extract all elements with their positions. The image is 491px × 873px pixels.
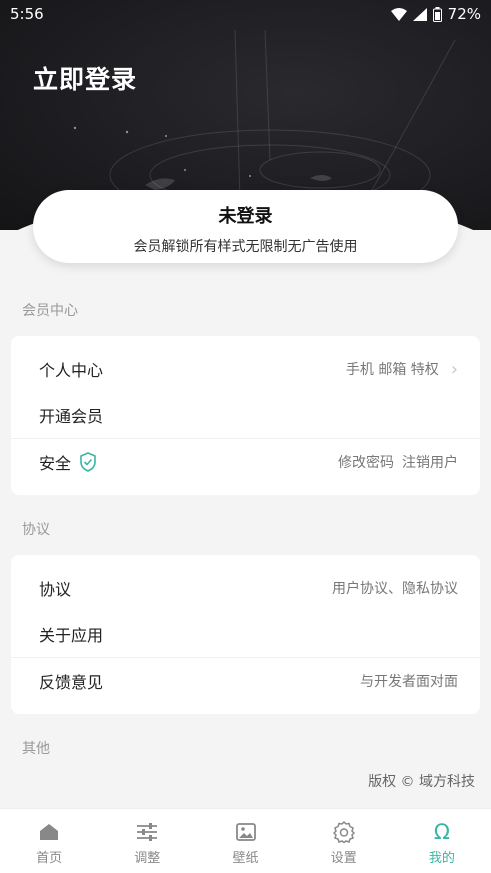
login-now-title[interactable]: 立即登录 [33,60,137,96]
login-status: 未登录 [218,206,273,227]
section-label-agreement: 协议 [22,522,50,538]
row-label: 安全 [39,453,72,473]
shield-check-icon [79,451,97,472]
row-label: 个人中心 [39,361,104,380]
row-label: 协议 [39,580,72,599]
row-personal-center[interactable]: 个人中心 手机 邮箱 特权 › [11,346,480,392]
wifi-icon [390,7,407,21]
sliders-icon [136,821,158,843]
tab-label: 首页 [36,851,63,866]
chevron-right-icon: › [450,358,458,380]
tab-label: 调整 [134,851,161,866]
row-label: 开通会员 [39,407,104,426]
section-label-other: 其他 [22,741,50,757]
row-agreement[interactable]: 协议 用户协议、隐私协议 [11,565,480,611]
row-label: 反馈意见 [39,672,104,692]
member-card: 个人中心 手机 邮箱 特权 › 开通会员 安全 修改密码 注销用户 [11,336,480,495]
tab-mine[interactable]: Ω 我的 [393,809,491,873]
status-time: 5:56 [10,5,44,23]
tab-label: 我的 [428,851,455,866]
row-open-vip[interactable]: 开通会员 [11,392,480,438]
battery-level: 72% [447,5,481,23]
battery-icon [432,6,442,22]
tab-adjust[interactable]: 调整 [98,809,196,873]
agreement-card: 协议 用户协议、隐私协议 关于应用 反馈意见 与开发者面对面 [11,555,480,714]
tab-label: 设置 [330,851,357,866]
login-card[interactable]: 未登录 会员解锁所有样式无限制无广告使用 [33,190,458,263]
section-label-member: 会员中心 [22,303,78,319]
image-icon [235,821,256,843]
row-about-app[interactable]: 关于应用 [11,611,480,657]
gear-icon [332,821,355,843]
row-security: 安全 修改密码 注销用户 [11,438,480,484]
tab-home[interactable]: 首页 [0,809,98,873]
status-bar: 5:56 72% [0,0,491,28]
signal-icon [412,7,427,21]
login-subtitle: 会员解锁所有样式无限制无广告使用 [133,239,358,255]
omega-icon: Ω [433,820,450,844]
tab-settings[interactable]: 设置 [295,809,393,873]
tab-label: 壁纸 [232,851,259,866]
row-feedback[interactable]: 反馈意见 与开发者面对面 [11,657,480,703]
row-detail: 用户协议、隐私协议 [332,581,458,597]
row-detail: 手机 邮箱 特权 [345,362,439,378]
home-icon [39,821,59,843]
delete-account-link[interactable]: 注销用户 [402,452,458,472]
tab-wallpaper[interactable]: 壁纸 [196,809,294,873]
row-label: 关于应用 [39,626,104,645]
bottom-tab-bar: 首页 调整 壁纸 设置 Ω 我的 [0,808,491,873]
copyright-text: 版权 © 域方科技 [368,774,475,790]
row-detail: 与开发者面对面 [360,673,458,690]
change-password-link[interactable]: 修改密码 [338,452,394,472]
